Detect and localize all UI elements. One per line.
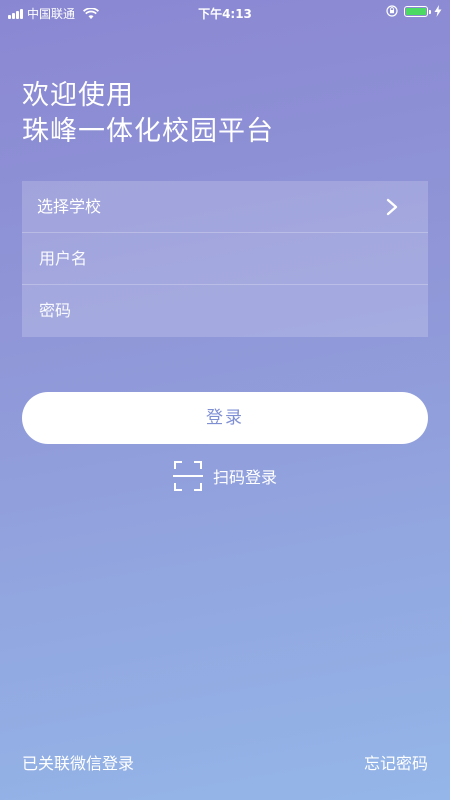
username-row (22, 233, 428, 285)
select-school-row[interactable]: 选择学校 (22, 181, 428, 233)
forgot-password-link[interactable]: 忘记密码 (364, 750, 428, 774)
wechat-login-link[interactable]: 已关联微信登录 (22, 750, 134, 774)
welcome-title: 欢迎使用 珠峰一体化校园平台 (22, 78, 274, 150)
charging-icon (434, 5, 442, 17)
login-form: 选择学校 (22, 181, 428, 337)
scan-login-label: 扫码登录 (212, 468, 277, 487)
password-row (22, 285, 428, 337)
status-bar: 中国联通 下午4:13 (0, 0, 450, 24)
login-screen: 中国联通 下午4:13 欢迎使用 珠峰一体化校园平台 选择学校 用户名 登录 扫… (0, 0, 450, 800)
battery-level (406, 7, 426, 15)
username-input[interactable] (37, 248, 401, 269)
login-button[interactable]: 登录 (22, 392, 428, 444)
title-line-2: 珠峰一体化校园平台 (22, 116, 274, 147)
scan-icon (172, 461, 203, 491)
title-line-1: 欢迎使用 (22, 80, 134, 111)
scan-login-button[interactable]: 扫码登录 (0, 460, 450, 492)
battery-icon (404, 5, 431, 17)
status-right (386, 5, 442, 17)
status-time: 下午4:13 (198, 7, 252, 21)
select-school-label: 选择学校 (37, 197, 102, 216)
rotation-lock-icon (386, 5, 398, 17)
password-input[interactable] (37, 300, 401, 321)
chevron-right-icon (386, 198, 398, 216)
